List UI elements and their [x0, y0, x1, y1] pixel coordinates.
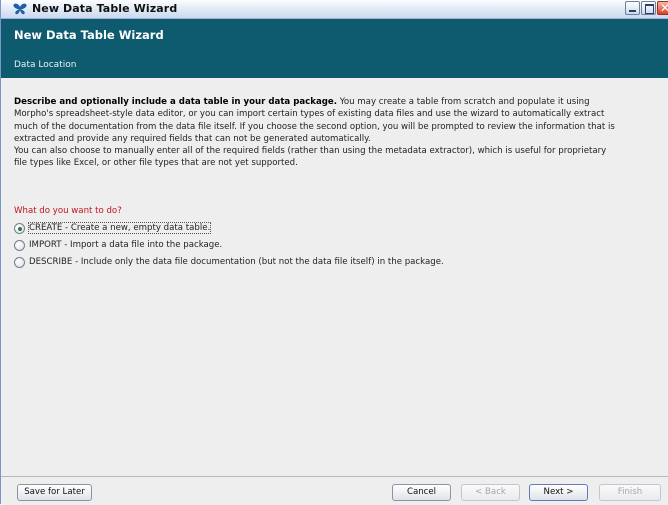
- minimize-icon[interactable]: [625, 1, 640, 15]
- intro-line: You can also choose to manually enter al…: [14, 146, 607, 157]
- question-label: What do you want to do?: [14, 206, 122, 216]
- radio-unselected-icon[interactable]: [14, 240, 25, 251]
- wizard-header-title: New Data Table Wizard: [14, 28, 164, 42]
- finish-button[interactable]: Finish: [599, 484, 661, 501]
- cancel-button[interactable]: Cancel: [392, 484, 451, 501]
- option-describe-label[interactable]: DESCRIBE - Include only the data file do…: [29, 257, 444, 267]
- title-bar[interactable]: New Data Table Wizard ✕: [1, 0, 668, 19]
- window-title: New Data Table Wizard: [32, 2, 178, 15]
- intro-line: You may create a table from scratch and …: [339, 97, 590, 107]
- morpho-butterfly-icon: [13, 3, 27, 15]
- save-for-later-button[interactable]: Save for Later: [17, 484, 92, 501]
- maximize-icon[interactable]: [641, 1, 656, 15]
- description-text: Describe and optionally include a data t…: [14, 96, 654, 170]
- close-icon[interactable]: ✕: [657, 1, 668, 15]
- intro-heading: Describe and optionally include a data t…: [14, 97, 338, 107]
- next-button[interactable]: Next >: [529, 484, 588, 501]
- intro-line: much of the documentation from the data …: [14, 121, 615, 132]
- intro-line: extracted and provide any required field…: [14, 133, 371, 144]
- wizard-footer: Save for Later Cancel < Back Next > Fini…: [1, 476, 668, 505]
- back-button[interactable]: < Back: [461, 484, 520, 501]
- wizard-header: New Data Table Wizard Data Location: [1, 19, 668, 78]
- wizard-step-subtitle: Data Location: [14, 60, 77, 70]
- option-import-label[interactable]: IMPORT - Import a data file into the pac…: [29, 240, 222, 250]
- intro-line: file types like Excel, or other file typ…: [14, 158, 298, 169]
- option-create-label[interactable]: CREATE - Create a new, empty data table.: [27, 222, 212, 234]
- radio-unselected-icon[interactable]: [14, 257, 25, 268]
- wizard-window: New Data Table Wizard ✕ New Data Table W…: [0, 0, 668, 505]
- intro-line: Morpho's spreadsheet-style data editor, …: [14, 109, 605, 120]
- radio-selected-icon[interactable]: [14, 223, 25, 234]
